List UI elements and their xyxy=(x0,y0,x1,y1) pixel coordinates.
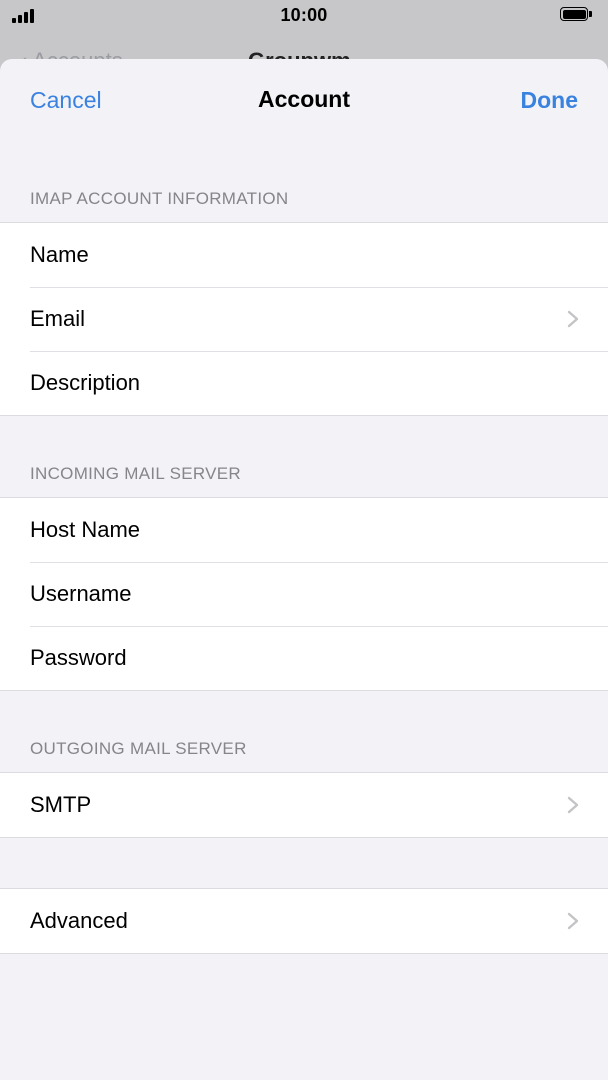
chevron-right-icon xyxy=(567,310,579,328)
section-header-imap-account-information: IMAP ACCOUNT INFORMATION xyxy=(30,189,289,208)
chevron-right-icon xyxy=(567,912,579,930)
row-email[interactable]: Email xyxy=(0,287,608,351)
row-label: Description xyxy=(30,370,141,395)
row-username[interactable]: Username xyxy=(0,562,608,626)
section-header-incoming-mail-server: INCOMING MAIL SERVER xyxy=(30,464,241,483)
account-sheet: Cancel Account Done IMAP ACCOUNT INFORMA… xyxy=(0,59,608,1080)
status-time: 10:00 xyxy=(280,5,328,25)
chevron-right-icon xyxy=(567,796,579,814)
group-incoming-mail-server: Host Name Username Password xyxy=(0,497,608,691)
row-smtp[interactable]: SMTP xyxy=(0,773,608,837)
row-label: Password xyxy=(30,645,127,670)
row-name[interactable]: Name xyxy=(0,223,608,287)
group-outgoing-mail-server: SMTP xyxy=(0,772,608,838)
row-label: Name xyxy=(30,242,89,267)
row-password[interactable]: Password xyxy=(0,626,608,690)
row-description[interactable]: Description xyxy=(0,351,608,415)
section-header-outgoing-mail-server: OUTGOING MAIL SERVER xyxy=(30,739,247,758)
group-imap-account-information: Name Email Description xyxy=(0,222,608,416)
row-label: Email xyxy=(30,306,86,331)
row-label: Advanced xyxy=(30,908,128,933)
row-advanced[interactable]: Advanced xyxy=(0,889,608,953)
group-advanced: Advanced xyxy=(0,888,608,954)
page-title: Account xyxy=(258,86,350,112)
status-bar: 10:00 xyxy=(0,0,608,32)
row-label: SMTP xyxy=(30,792,92,817)
row-label: Host Name xyxy=(30,517,141,542)
battery-icon xyxy=(560,7,594,23)
done-button[interactable]: Done xyxy=(521,87,579,114)
row-host-name[interactable]: Host Name xyxy=(0,498,608,562)
nav-bar: Cancel Account Done xyxy=(0,59,608,141)
row-label: Username xyxy=(30,581,132,606)
